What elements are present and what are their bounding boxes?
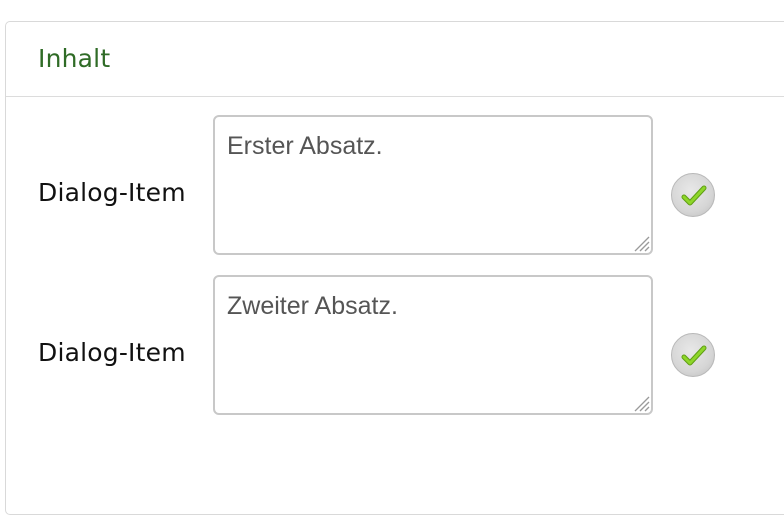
dialog-item-textarea-1[interactable]: Erster Absatz. [213, 115, 653, 255]
resize-grip-icon[interactable] [632, 394, 650, 412]
checkmark-icon [681, 185, 707, 206]
panel-header: Inhalt [6, 22, 784, 97]
checkmark-icon [681, 345, 707, 366]
dialog-item-label: Dialog-Item [38, 338, 186, 367]
dialog-item-textarea-2[interactable]: Zweiter Absatz. [213, 275, 653, 415]
confirm-button-1[interactable] [671, 173, 715, 217]
dialog-item-row-2: Dialog-Item Zweiter Absatz. [0, 275, 784, 415]
dialog-item-row-1: Dialog-Item Erster Absatz. [0, 115, 784, 255]
content-panel: Inhalt [5, 21, 784, 515]
confirm-button-2[interactable] [671, 333, 715, 377]
panel-title: Inhalt [38, 44, 111, 73]
dialog-item-label: Dialog-Item [38, 178, 186, 207]
resize-grip-icon[interactable] [632, 234, 650, 252]
